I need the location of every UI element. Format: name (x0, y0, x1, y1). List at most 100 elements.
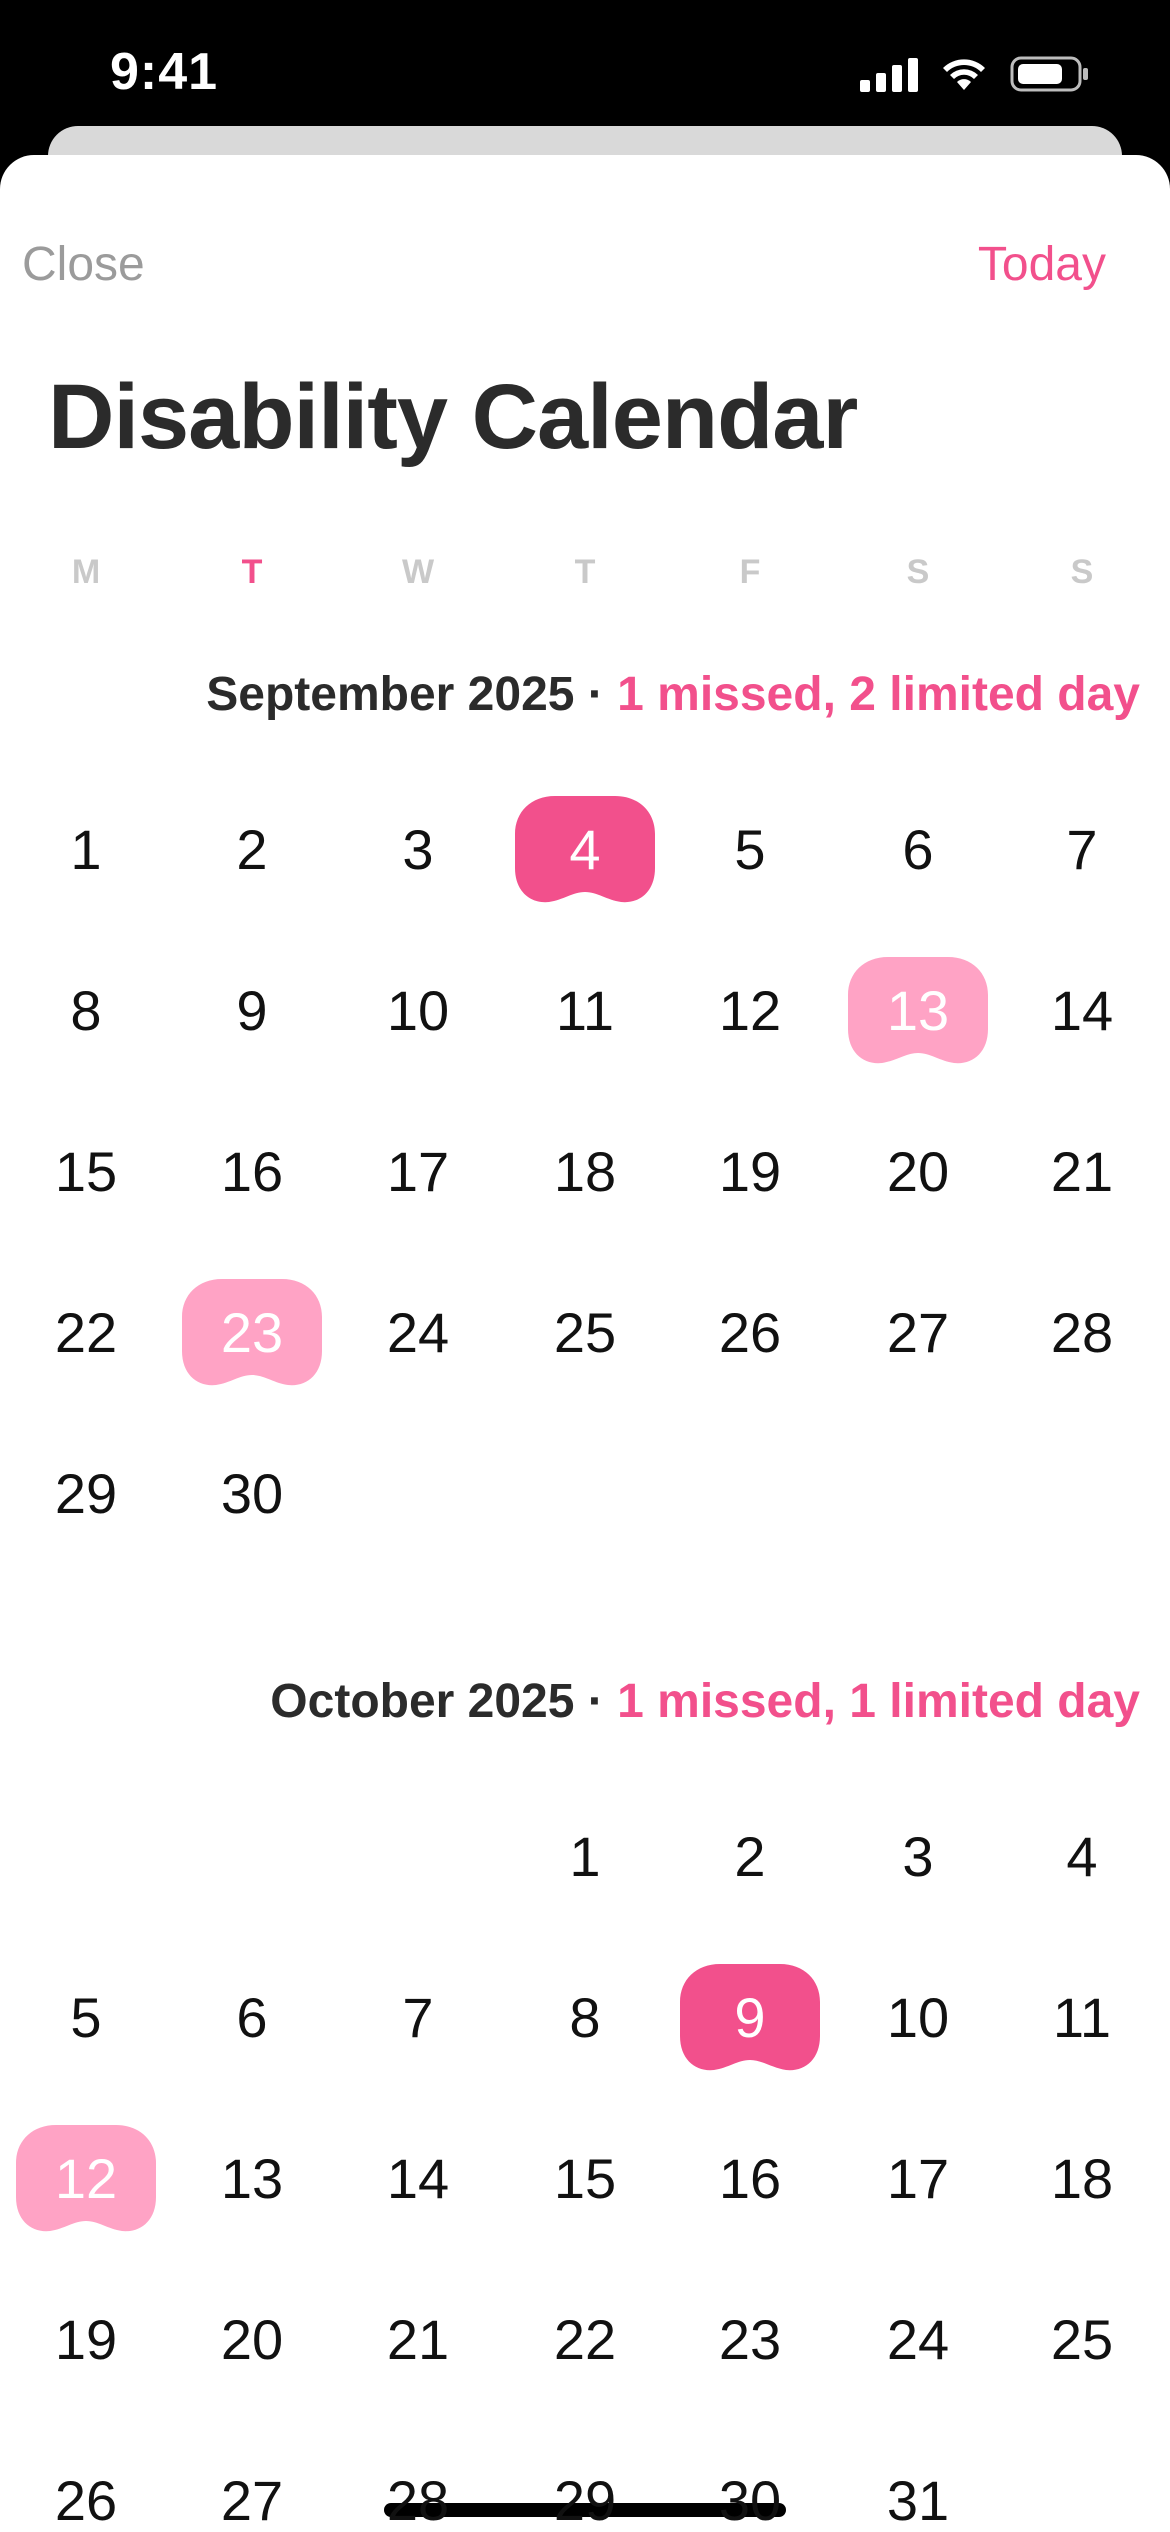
calendar-day[interactable]: 29 (16, 1440, 156, 1548)
day-number: 23 (718, 2308, 782, 2371)
calendar-day[interactable]: 10 (348, 957, 488, 1065)
calendar-sheet: Close Today Disability Calendar MTWTFSS … (0, 155, 1170, 2532)
day-number: 30 (220, 1462, 284, 1525)
calendar-day[interactable]: 25 (1012, 2286, 1152, 2394)
calendar-day[interactable]: 16 (680, 2125, 820, 2233)
calendar-day-missed[interactable]: 9 (680, 1964, 820, 2072)
calendar-day-limited[interactable]: 12 (16, 2125, 156, 2233)
day-number: 1 (569, 1825, 601, 1888)
calendar-day[interactable]: 29 (515, 2447, 655, 2532)
status-icons (860, 56, 1090, 92)
day-number: 31 (886, 2469, 950, 2532)
calendar-day[interactable]: 15 (515, 2125, 655, 2233)
calendar-day-limited[interactable]: 23 (182, 1279, 322, 1387)
day-number: 22 (553, 2308, 617, 2371)
calendar-day[interactable]: 5 (680, 796, 820, 904)
day-number: 3 (902, 1825, 934, 1888)
day-number: 5 (734, 818, 766, 881)
calendar-day[interactable]: 9 (182, 957, 322, 1065)
calendar-day[interactable]: 15 (16, 1118, 156, 1226)
calendar-day-limited[interactable]: 13 (848, 957, 988, 1065)
day-number: 27 (220, 2469, 284, 2532)
calendar-day[interactable]: 18 (515, 1118, 655, 1226)
day-number: 30 (718, 2469, 782, 2532)
calendar-day[interactable]: 6 (848, 796, 988, 904)
calendar-day[interactable]: 28 (1012, 1279, 1152, 1387)
day-number: 17 (886, 2147, 950, 2210)
calendar-day[interactable]: 19 (16, 2286, 156, 2394)
calendar-day[interactable]: 26 (16, 2447, 156, 2532)
calendar-day[interactable]: 28 (348, 2447, 488, 2532)
day-number: 8 (569, 1986, 601, 2049)
weekday-label: S (1070, 553, 1094, 591)
calendar-day[interactable]: 20 (182, 2286, 322, 2394)
calendar-day[interactable]: 5 (16, 1964, 156, 2072)
close-button[interactable]: Close (22, 237, 145, 292)
calendar-day[interactable]: 6 (182, 1964, 322, 2072)
calendar-day[interactable]: 11 (1012, 1964, 1152, 2072)
day-number: 16 (220, 1140, 284, 1203)
calendar-day[interactable]: 30 (182, 1440, 322, 1548)
weekday-header: MTWTFSS (0, 553, 1170, 603)
calendar-day[interactable]: 16 (182, 1118, 322, 1226)
calendar-day[interactable]: 2 (680, 1803, 820, 1911)
calendar-day[interactable]: 11 (515, 957, 655, 1065)
weekday-label: S (906, 553, 930, 591)
calendar-day[interactable]: 1 (515, 1803, 655, 1911)
calendar-day[interactable]: 3 (348, 796, 488, 904)
today-button[interactable]: Today (978, 237, 1106, 292)
calendar-day[interactable]: 21 (348, 2286, 488, 2394)
calendar-day[interactable]: 22 (16, 1279, 156, 1387)
day-number: 2 (236, 818, 268, 881)
day-number: 14 (386, 2147, 450, 2210)
calendar-day[interactable]: 26 (680, 1279, 820, 1387)
calendar-day[interactable]: 10 (848, 1964, 988, 2072)
calendar-day-missed[interactable]: 4 (515, 796, 655, 904)
calendar-day[interactable]: 14 (1012, 957, 1152, 1065)
calendar-day[interactable]: 27 (182, 2447, 322, 2532)
day-number: 4 (569, 818, 601, 881)
page-title: Disability Calendar (48, 366, 858, 468)
weekday-label: T (241, 553, 263, 591)
month-header: September 2025 · 1 missed, 2 limited day (206, 667, 1140, 722)
calendar-day[interactable]: 12 (680, 957, 820, 1065)
calendar-day[interactable]: 13 (182, 2125, 322, 2233)
battery-icon (1010, 56, 1090, 92)
calendar-day[interactable]: 3 (848, 1803, 988, 1911)
day-number: 15 (54, 1140, 118, 1203)
calendar-day[interactable]: 17 (348, 1118, 488, 1226)
calendar-day[interactable]: 24 (348, 1279, 488, 1387)
calendar-day[interactable]: 18 (1012, 2125, 1152, 2233)
day-number: 25 (1050, 2308, 1114, 2371)
calendar-day[interactable]: 20 (848, 1118, 988, 1226)
day-number: 20 (886, 1140, 950, 1203)
weekday-label: M (71, 553, 101, 591)
calendar-day[interactable]: 4 (1012, 1803, 1152, 1911)
calendar-day[interactable]: 7 (1012, 796, 1152, 904)
calendar-day[interactable]: 2 (182, 796, 322, 904)
calendar-day[interactable]: 7 (348, 1964, 488, 2072)
calendar-day[interactable]: 8 (515, 1964, 655, 2072)
calendar-day[interactable]: 27 (848, 1279, 988, 1387)
calendar-day[interactable]: 22 (515, 2286, 655, 2394)
day-number: 14 (1050, 979, 1114, 1042)
calendar-day[interactable]: 1 (16, 796, 156, 904)
day-number: 1 (70, 818, 102, 881)
calendar-day[interactable]: 17 (848, 2125, 988, 2233)
calendar-day[interactable]: 31 (848, 2447, 988, 2532)
day-number: 2 (734, 1825, 766, 1888)
calendar-day[interactable]: 24 (848, 2286, 988, 2394)
month-separator: · (574, 1675, 618, 1728)
calendar-day[interactable]: 25 (515, 1279, 655, 1387)
day-number: 17 (386, 1140, 450, 1203)
cellular-signal-icon (860, 56, 918, 92)
day-number: 24 (886, 2308, 950, 2371)
day-number: 29 (553, 2469, 617, 2532)
calendar-day[interactable]: 30 (680, 2447, 820, 2532)
calendar-day[interactable]: 19 (680, 1118, 820, 1226)
calendar-day[interactable]: 8 (16, 957, 156, 1065)
day-number: 7 (402, 1986, 434, 2049)
calendar-day[interactable]: 21 (1012, 1118, 1152, 1226)
calendar-day[interactable]: 23 (680, 2286, 820, 2394)
calendar-day[interactable]: 14 (348, 2125, 488, 2233)
